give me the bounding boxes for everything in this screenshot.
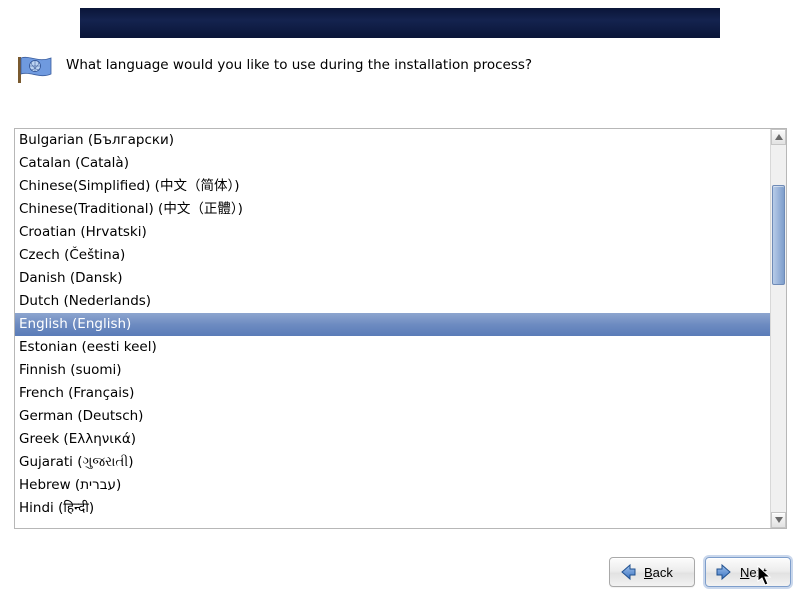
language-option[interactable]: Gujarati (ગુજરાતી) — [15, 451, 770, 474]
language-option[interactable]: English (English) — [15, 313, 770, 336]
language-option[interactable]: Finnish (suomi) — [15, 359, 770, 382]
language-list[interactable]: Bulgarian (Български)Catalan (Català)Chi… — [15, 129, 770, 528]
back-button[interactable]: Back — [609, 557, 695, 587]
arrow-right-icon — [714, 562, 734, 582]
language-option[interactable]: Czech (Čeština) — [15, 244, 770, 267]
scroll-up-button[interactable] — [771, 129, 786, 145]
language-option[interactable]: Hindi (हिन्दी) — [15, 497, 770, 520]
language-option[interactable]: Bulgarian (Български) — [15, 129, 770, 152]
scroll-thumb[interactable] — [772, 185, 785, 285]
language-option[interactable]: German (Deutsch) — [15, 405, 770, 428]
prompt-row: What language would you like to use duri… — [18, 55, 538, 85]
button-bar: Back Next — [609, 557, 791, 587]
scrollbar[interactable] — [770, 129, 786, 528]
language-option[interactable]: Estonian (eesti keel) — [15, 336, 770, 359]
language-option[interactable]: Greek (Ελληνικά) — [15, 428, 770, 451]
language-option[interactable]: Hebrew (עברית) — [15, 474, 770, 497]
language-flag-icon — [18, 55, 54, 85]
language-list-container: Bulgarian (Български)Catalan (Català)Chi… — [14, 128, 787, 529]
language-option[interactable]: Croatian (Hrvatski) — [15, 221, 770, 244]
scroll-track[interactable] — [771, 145, 786, 512]
next-button-label: Next — [740, 565, 767, 580]
scroll-down-button[interactable] — [771, 512, 786, 528]
language-option[interactable]: French (Français) — [15, 382, 770, 405]
header-banner — [80, 8, 720, 38]
back-button-label: Back — [644, 565, 673, 580]
language-option[interactable]: Danish (Dansk) — [15, 267, 770, 290]
next-button[interactable]: Next — [705, 557, 791, 587]
language-option[interactable]: Catalan (Català) — [15, 152, 770, 175]
arrow-left-icon — [618, 562, 638, 582]
prompt-text: What language would you like to use duri… — [66, 55, 532, 74]
language-option[interactable]: Chinese(Traditional) (中文（正體）) — [15, 198, 770, 221]
language-option[interactable]: Chinese(Simplified) (中文（简体）) — [15, 175, 770, 198]
language-option[interactable]: Dutch (Nederlands) — [15, 290, 770, 313]
